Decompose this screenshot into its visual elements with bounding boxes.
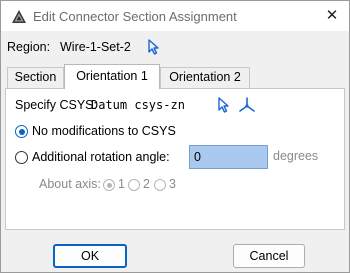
additional-rotation-label: Additional rotation angle: [32,150,170,164]
axis-2-label: 2 [143,177,150,191]
region-value: Wire-1-Set-2 [60,40,131,54]
additional-rotation-radio[interactable] [15,151,28,164]
ok-button-label: OK [80,249,100,263]
cancel-button-label: Cancel [249,249,289,263]
axis-3-label: 3 [169,177,176,191]
tab-orientation-1[interactable]: Orientation 1 [64,64,160,89]
csys-axes-icon[interactable] [238,96,256,114]
arrow-pick-icon[interactable] [146,38,162,56]
tab-orientation-1-label: Orientation 1 [76,69,148,83]
tab-section-label: Section [14,70,57,84]
ok-button[interactable]: OK [53,244,127,268]
csys-label: Specify CSYS: [15,98,97,112]
close-button[interactable]: ✕ [317,3,347,29]
tab-section[interactable]: Section [7,67,64,88]
region-label: Region: [7,40,51,54]
no-modifications-label: No modifications to CSYS [32,124,176,138]
axis-2-radio[interactable] [128,179,140,191]
title-bar[interactable]: Edit Connector Section Assignment ✕ [1,1,349,31]
tab-orientation-2[interactable]: Orientation 2 [160,67,250,88]
no-modifications-radio[interactable] [15,125,28,138]
axis-3-radio[interactable] [154,179,166,191]
tab-orientation-2-label: Orientation 2 [169,70,241,84]
rotation-angle-input[interactable]: 0 [189,145,268,169]
axis-1-radio[interactable] [103,179,115,191]
abaqus-app-icon [12,10,26,23]
close-icon: ✕ [325,7,339,24]
cancel-button[interactable]: Cancel [233,244,305,268]
orientation-panel: Specify CSYS: Datum csys-zn No modificat… [5,88,345,230]
dialog-window: Edit Connector Section Assignment ✕ Regi… [0,0,350,273]
degrees-unit-label: degrees [273,149,319,163]
arrow-pick-icon[interactable] [216,96,232,114]
csys-value: Datum csys-zn [91,98,185,112]
about-axis-label: About axis: [39,177,101,191]
window-title: Edit Connector Section Assignment [33,9,237,24]
axis-1-label: 1 [118,177,125,191]
